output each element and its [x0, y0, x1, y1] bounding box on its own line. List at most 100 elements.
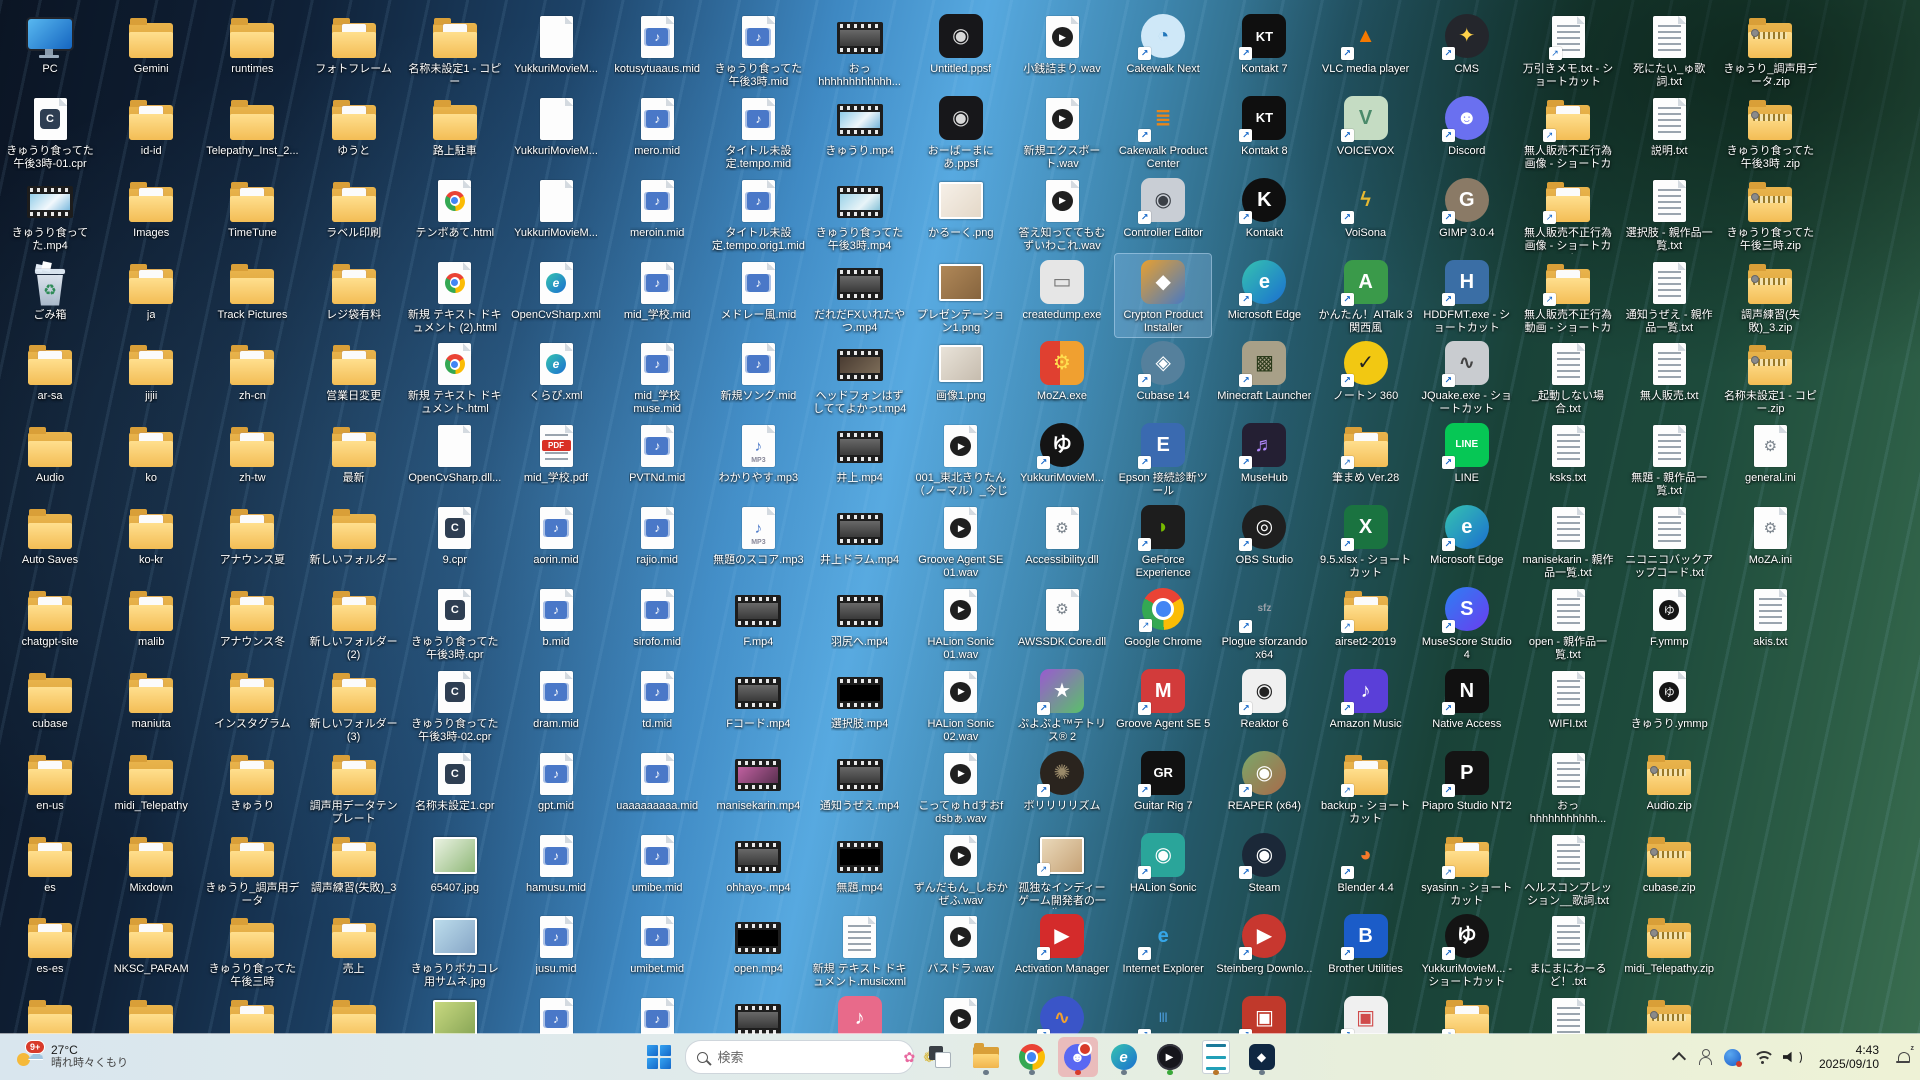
desktop-icon[interactable]: ↗ backup - ショートカット — [1318, 745, 1414, 828]
desktop-icon[interactable]: 新規 テキスト ドキュメント.musicxml — [812, 908, 908, 991]
desktop-icon[interactable]: 新規 テキスト ドキュメント.html — [407, 335, 503, 418]
desktop-icon[interactable]: midi_Telepathy.zip — [1621, 908, 1717, 978]
desktop-icon[interactable]: 売上 — [306, 908, 402, 978]
volume-icon[interactable] — [1782, 1049, 1802, 1065]
desktop-icon[interactable]: ◉ おーばーまにあ.ppsf — [913, 90, 1009, 173]
person-tray-icon[interactable] — [1697, 1049, 1713, 1065]
desktop-icon[interactable]: ♪ meroin.mid — [609, 172, 705, 242]
desktop-icon[interactable]: S ↗ MuseScore Studio 4 — [1419, 581, 1515, 664]
desktop-icon[interactable]: KT ↗ Kontakt 8 — [1216, 90, 1312, 160]
desktop-icon[interactable]: きゅうり.mp4 — [812, 90, 908, 160]
desktop-icon[interactable]: きゅうり — [204, 745, 300, 815]
desktop-icon[interactable]: GR ↗ Guitar Rig 7 — [1115, 745, 1211, 815]
desktop-icon[interactable]: ↗無人販売不正行為動画 - ショートカット — [1520, 254, 1616, 338]
desktop-icon[interactable]: Audio — [2, 417, 98, 487]
desktop-icon[interactable]: YukkuriMovieM... — [508, 172, 604, 242]
desktop-icon[interactable]: ksks.txt — [1520, 417, 1616, 487]
desktop-icon[interactable]: ゆきゅうり.ymmp — [1621, 663, 1717, 733]
desktop-icon[interactable]: インスタグラム — [204, 663, 300, 733]
desktop-icon[interactable]: おっhhhhhhhhhhhh... — [812, 8, 908, 91]
taskbar-app-microsoft-edge[interactable]: e — [1104, 1037, 1144, 1077]
desktop-icon[interactable]: C きゅうり食ってた午後3時-01.cpr — [2, 90, 98, 173]
desktop-icon[interactable]: ar-sa — [2, 335, 98, 405]
clock[interactable]: 4:43 2025/09/10 — [1813, 1042, 1885, 1072]
desktop-icon[interactable]: 路上駐車 — [407, 90, 503, 160]
desktop-icon[interactable]: かるーく.png — [913, 172, 1009, 242]
desktop-icon[interactable]: PC — [2, 8, 98, 78]
desktop-icon[interactable]: ♪ sirofo.mid — [609, 581, 705, 651]
desktop-icon[interactable]: ♪ ↗ Amazon Music — [1318, 663, 1414, 733]
desktop-icon[interactable]: ◉ ↗ Steam — [1216, 827, 1312, 897]
desktop-icon[interactable]: ♪ rajio.mid — [609, 499, 705, 569]
desktop-icon[interactable]: e ↗ Microsoft Edge — [1216, 254, 1312, 324]
desktop-icon[interactable]: open.mp4 — [710, 908, 806, 978]
desktop-icon[interactable]: es-es — [2, 908, 98, 978]
desktop-icon[interactable]: ohhayo-.mp4 — [710, 827, 806, 897]
desktop-icon[interactable]: フォトフレーム — [306, 8, 402, 78]
desktop-icon[interactable]: きゅうり_調声用データ.zip — [1722, 8, 1818, 91]
desktop-icon[interactable]: おっhhhhhhhhhhh... — [1520, 745, 1616, 828]
desktop-icon[interactable]: ゆ F.ymmp — [1621, 581, 1717, 651]
desktop-icon[interactable]: ▭ createdump.exe — [1014, 254, 1110, 324]
desktop-icon[interactable]: 通知うぜえ - 親作品一覧.txt — [1621, 254, 1717, 337]
desktop-icon[interactable]: ▩ ↗ Minecraft Launcher — [1216, 335, 1312, 405]
desktop-icon[interactable]: WIFI.txt — [1520, 663, 1616, 733]
desktop-icon[interactable]: sfz ↗ Plogue sforzando x64 — [1216, 581, 1312, 664]
desktop-icon[interactable]: e ↗ Internet Explorer — [1115, 908, 1211, 978]
desktop-icon[interactable]: ♬ ↗ MuseHub — [1216, 417, 1312, 487]
desktop-icon[interactable]: ♪ メドレー風.mid — [710, 254, 806, 324]
desktop-icon[interactable]: Fコード.mp4 — [710, 663, 806, 733]
desktop-icon[interactable]: 名称未設定1 - コピー.zip — [1722, 335, 1818, 418]
desktop-icon[interactable]: ヘッドフォンはずしててよかっt.mp4 — [812, 335, 908, 418]
desktop-icon[interactable]: 営業日変更 — [306, 335, 402, 405]
desktop-icon[interactable]: ▶ 答え知っててもむずいわこれ.wav — [1014, 172, 1110, 255]
desktop-icon[interactable]: Auto Saves — [2, 499, 98, 569]
desktop-icon[interactable]: H ↗ HDDFMT.exe - ショートカット — [1419, 254, 1515, 337]
desktop-icon[interactable]: ♪ umibet.mid — [609, 908, 705, 978]
desktop-icon[interactable]: ↗無人販売不正行為画像 - ショートカット — [1520, 172, 1616, 256]
desktop-icon[interactable]: ▶ ↗ Activation Manager — [1014, 908, 1110, 978]
desktop-icon[interactable]: ♪ PVTNd.mid — [609, 417, 705, 487]
desktop-icon[interactable]: ◉ ↗ Controller Editor — [1115, 172, 1211, 242]
desktop-icon[interactable]: ▶ 001_東北きりたん（ノーマル）_今じゃ... — [913, 417, 1009, 501]
desktop-icon[interactable]: manisekarin.mp4 — [710, 745, 806, 815]
desktop-icon[interactable]: ▶ ↗ Steinberg Downlo... — [1216, 908, 1312, 978]
desktop-icon[interactable]: e ↗ Microsoft Edge — [1419, 499, 1515, 569]
desktop-icon[interactable]: cubase — [2, 663, 98, 733]
desktop-icon[interactable]: ◉ ↗ HALion Sonic — [1115, 827, 1211, 897]
desktop-icon[interactable]: ⚙ Accessibility.dll — [1014, 499, 1110, 569]
desktop-icon[interactable]: ♪ uaaaaaaaaa.mid — [609, 745, 705, 815]
app-tray-icon[interactable] — [1723, 1048, 1742, 1067]
taskbar-app-google-chrome[interactable] — [1012, 1037, 1052, 1077]
desktop-icon[interactable]: ♪ umibe.mid — [609, 827, 705, 897]
desktop-icon[interactable]: C きゅうり食ってた午後3時-02.cpr — [407, 663, 503, 746]
desktop-icon[interactable]: ✦ ↗ CMS — [1419, 8, 1515, 78]
desktop-icon[interactable]: ◆ Crypton Product Installer — [1114, 252, 1213, 338]
desktop-icon[interactable]: ヘルスコンプレッション__歌詞.txt — [1520, 827, 1616, 910]
desktop-icon[interactable]: ko — [103, 417, 199, 487]
desktop-icon[interactable]: runtimes — [204, 8, 300, 78]
desktop-icon[interactable]: 選択肢 - 親作品一覧.txt — [1621, 172, 1717, 255]
desktop-icon[interactable]: ↗ Google Chrome — [1115, 581, 1211, 651]
desktop-icon[interactable]: ↗ 孤独なインディーゲーム開発者の一生 ... — [1014, 827, 1110, 911]
desktop-icon[interactable]: ◈ ↗ Cubase 14 — [1115, 335, 1211, 405]
wifi-icon[interactable] — [1752, 1050, 1772, 1065]
desktop-icon[interactable]: B ↗ Brother Utilities — [1318, 908, 1414, 978]
desktop-icon[interactable]: ♪ mero.mid — [609, 90, 705, 160]
search-box[interactable]: ✿ ❁ — [684, 1040, 935, 1074]
desktop-icon[interactable]: 65407.jpg — [407, 827, 503, 897]
desktop-icon[interactable]: M ↗ Groove Agent SE 5 — [1115, 663, 1211, 733]
desktop-icon[interactable]: K ↗ Kontakt — [1216, 172, 1312, 242]
desktop-icon[interactable]: 無人販売.txt — [1621, 335, 1717, 405]
desktop-icon[interactable]: ◉ Untitled.ppsf — [913, 8, 1009, 78]
desktop-icon[interactable]: Gemini — [103, 8, 199, 78]
desktop-icon[interactable]: NKSC_PARAM — [103, 908, 199, 978]
desktop-icon[interactable]: ◎ ↗ OBS Studio — [1216, 499, 1312, 569]
desktop-icon[interactable]: ▶ こってゅｈdすおf dsbぁ.wav — [913, 745, 1009, 828]
desktop-icon[interactable]: ♪ mid_学校 muse.mid — [609, 335, 705, 418]
desktop-icon[interactable]: アナウンス夏 — [204, 499, 300, 569]
weather-widget[interactable]: ☁ 9+ 27°C 晴れ時々くもり — [10, 1040, 134, 1071]
desktop-icon[interactable]: ♪ MP3 無題のスコア.mp3 — [710, 499, 806, 569]
desktop-icon[interactable]: A ↗ かんたん！AITalk 3 関西風 — [1318, 254, 1414, 337]
desktop-icon[interactable]: C きゅうり食ってた午後3時.cpr — [407, 581, 503, 664]
